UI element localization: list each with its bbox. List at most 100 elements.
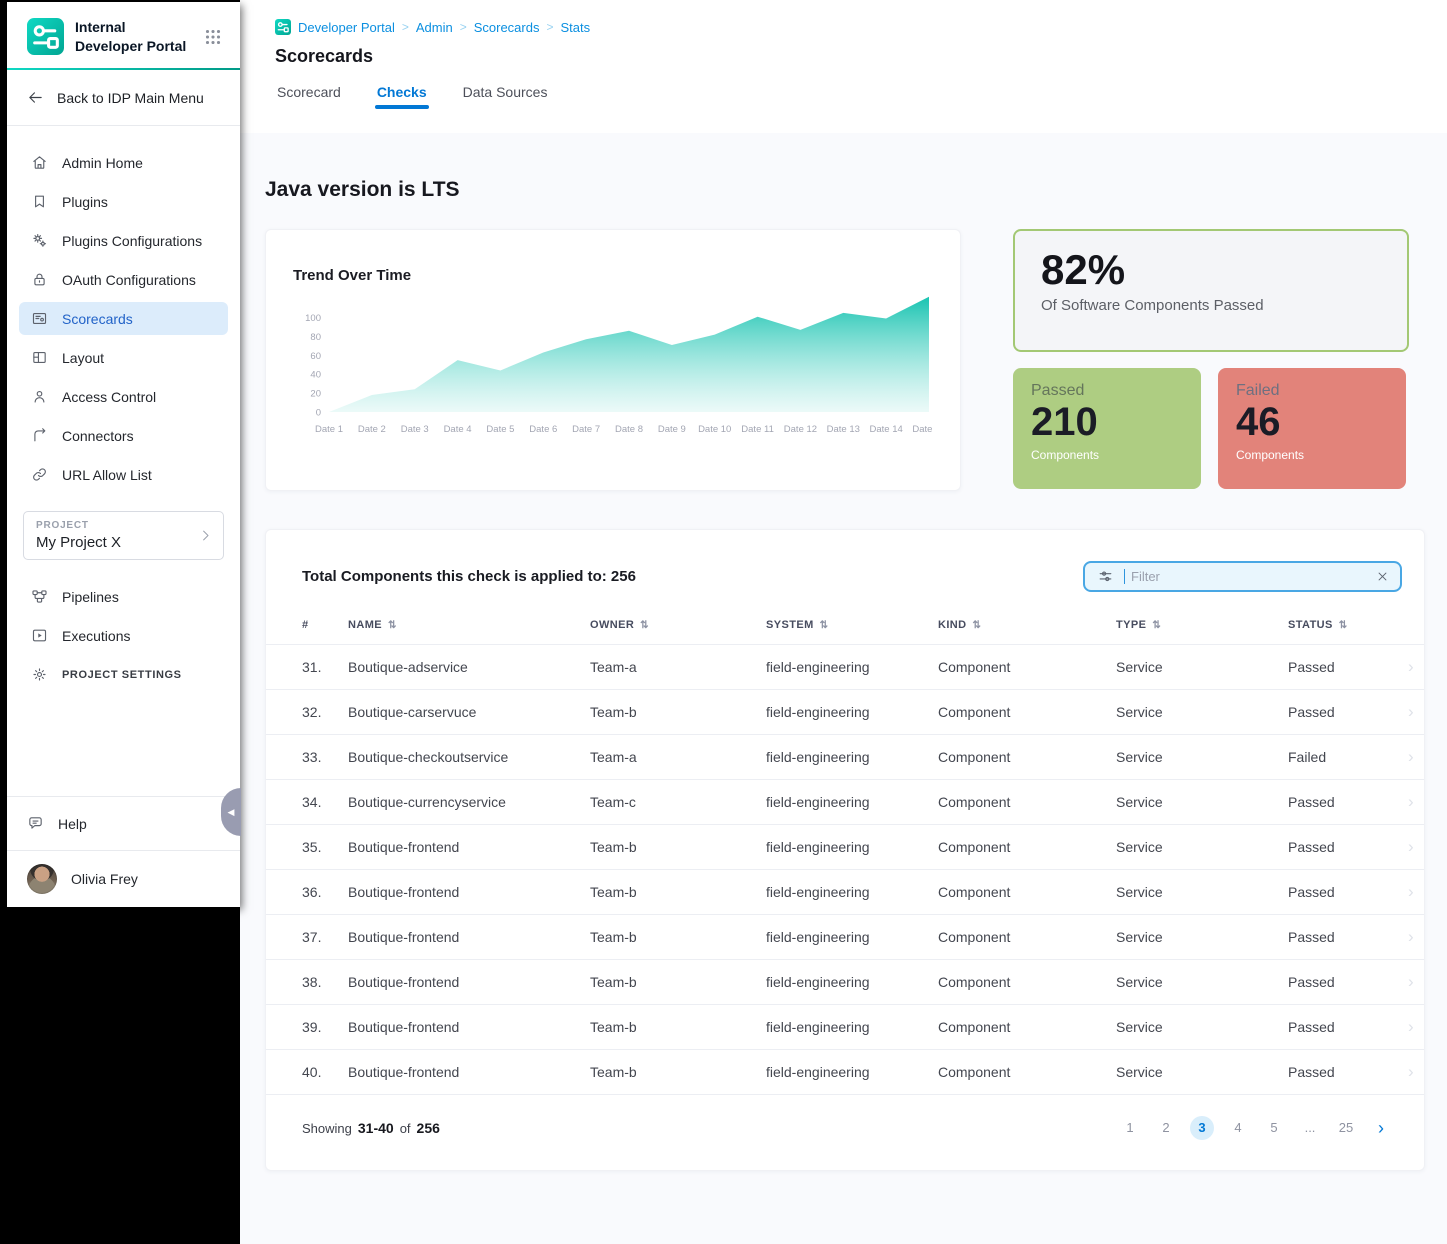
page-number: 5	[1270, 1120, 1277, 1135]
cell-status: Passed	[1288, 1064, 1408, 1080]
sort-icon[interactable]: ⇅	[973, 620, 982, 631]
row-chevron-icon: ›	[1408, 882, 1414, 902]
app-logo-icon	[27, 18, 64, 55]
filter-input[interactable]	[1129, 568, 1365, 585]
cell-name: Boutique-currencyservice	[348, 794, 590, 810]
column-header[interactable]: KIND ⇅	[938, 619, 1116, 631]
cell-type: Service	[1116, 794, 1288, 810]
sidebar-nav-item[interactable]: Plugins Configurations	[19, 224, 228, 257]
back-to-main-menu[interactable]: Back to IDP Main Menu	[7, 70, 240, 126]
cell-type: Service	[1116, 749, 1288, 765]
percent-value: 82%	[1041, 246, 1381, 294]
page-button[interactable]: 25	[1334, 1116, 1358, 1140]
svg-text:0: 0	[316, 408, 321, 419]
cell-owner: Team-a	[590, 749, 766, 765]
sort-icon[interactable]: ⇅	[640, 620, 649, 631]
page-number: 1	[1126, 1120, 1133, 1135]
page-button[interactable]: ...	[1298, 1116, 1322, 1140]
cell-owner: Team-b	[590, 704, 766, 720]
user-profile[interactable]: Olivia Frey	[7, 850, 240, 907]
help-button[interactable]: Help	[7, 796, 240, 850]
column-label: NAME	[348, 619, 382, 631]
row-chevron-icon: ›	[1408, 1017, 1414, 1037]
cell-type: Service	[1116, 929, 1288, 945]
svg-text:100: 100	[305, 313, 321, 324]
sidebar-nav-item[interactable]: OAuth Configurations	[19, 263, 228, 296]
cell-kind: Component	[938, 974, 1116, 990]
close-icon[interactable]	[1375, 569, 1390, 584]
cell-name: Boutique-frontend	[348, 884, 590, 900]
table-row[interactable]: 34. Boutique-currencyservice Team-c fiel…	[266, 779, 1424, 824]
page-button[interactable]: 2	[1154, 1116, 1178, 1140]
project-nav-item[interactable]: Executions	[19, 619, 228, 652]
cell-number: 39.	[302, 1019, 348, 1035]
project-nav-item[interactable]: PROJECT SETTINGS	[19, 658, 228, 691]
failed-value: 46	[1236, 401, 1388, 443]
sidebar-nav-item[interactable]: Scorecards	[19, 302, 228, 335]
column-header[interactable]: SYSTEM ⇅	[766, 619, 938, 631]
sort-icon[interactable]: ⇅	[388, 620, 397, 631]
project-nav: Pipelines Executions PROJECT SETTINGS	[7, 576, 240, 701]
page-list: 1 2 3 4	[1118, 1116, 1384, 1140]
column-label: SYSTEM	[766, 619, 814, 631]
column-header[interactable]: STATUS ⇅	[1288, 619, 1408, 631]
row-chevron-icon: ›	[1408, 747, 1414, 767]
cell-type: Service	[1116, 1019, 1288, 1035]
table-row[interactable]: 39. Boutique-frontend Team-b field-engin…	[266, 1004, 1424, 1049]
svg-text:Date 6: Date 6	[529, 424, 557, 435]
table-row[interactable]: 32. Boutique-carservuce Team-b field-eng…	[266, 689, 1424, 734]
page-button[interactable]: 1	[1118, 1116, 1142, 1140]
sidebar-nav-item[interactable]: Connectors	[19, 419, 228, 452]
table-row[interactable]: 38. Boutique-frontend Team-b field-engin…	[266, 959, 1424, 1004]
table-row[interactable]: 36. Boutique-frontend Team-b field-engin…	[266, 869, 1424, 914]
project-selector[interactable]: PROJECT My Project X	[23, 511, 224, 560]
sort-icon[interactable]: ⇅	[820, 620, 829, 631]
sort-icon[interactable]: ⇅	[1152, 620, 1161, 631]
tab[interactable]: Checks	[377, 84, 427, 109]
table-row[interactable]: 37. Boutique-frontend Team-b field-engin…	[266, 914, 1424, 959]
cell-system: field-engineering	[766, 704, 938, 720]
cell-system: field-engineering	[766, 929, 938, 945]
percent-passed-card: 82% Of Software Components Passed	[1013, 229, 1409, 352]
cell-system: field-engineering	[766, 974, 938, 990]
sidebar-nav-item[interactable]: URL Allow List	[19, 458, 228, 491]
sidebar-nav-item[interactable]: Layout	[19, 341, 228, 374]
breadcrumb-link[interactable]: Stats	[560, 20, 590, 35]
sidebar-nav-item[interactable]: Plugins	[19, 185, 228, 218]
svg-text:Date 5: Date 5	[486, 424, 514, 435]
tab[interactable]: Data Sources	[463, 84, 548, 109]
column-header[interactable]: OWNER ⇅	[590, 619, 766, 631]
column-header[interactable]: NAME ⇅	[348, 619, 590, 631]
breadcrumb-link[interactable]: Admin	[416, 20, 453, 35]
sidebar-nav-item[interactable]: Access Control	[19, 380, 228, 413]
table-row[interactable]: 33. Boutique-checkoutservice Team-a fiel…	[266, 734, 1424, 779]
page-button[interactable]: 5	[1262, 1116, 1286, 1140]
breadcrumb-link[interactable]: Scorecards	[474, 20, 540, 35]
sort-icon[interactable]: ⇅	[1339, 620, 1348, 631]
sidebar-nav-label: URL Allow List	[62, 467, 152, 483]
page-button[interactable]: 4	[1226, 1116, 1250, 1140]
project-name: My Project X	[36, 534, 211, 551]
breadcrumb-link[interactable]: Developer Portal	[298, 20, 395, 35]
cell-system: field-engineering	[766, 794, 938, 810]
project-nav-label: Pipelines	[62, 589, 119, 605]
table-row[interactable]: 35. Boutique-frontend Team-b field-engin…	[266, 824, 1424, 869]
failed-card: Failed 46 Components	[1218, 368, 1406, 489]
next-page-button[interactable]: ›	[1378, 1118, 1384, 1139]
project-nav-item[interactable]: Pipelines	[19, 580, 228, 613]
cell-number: 36.	[302, 884, 348, 900]
table-header-row: # NAME ⇅ OWNER ⇅ SYSTEM	[266, 592, 1424, 644]
app-switcher-icon[interactable]	[202, 26, 224, 48]
column-header[interactable]: #	[302, 619, 348, 631]
cell-status: Passed	[1288, 704, 1408, 720]
page-button[interactable]: 3	[1190, 1116, 1214, 1140]
filter-sliders-icon[interactable]	[1097, 568, 1114, 585]
table-row[interactable]: 31. Boutique-adservice Team-a field-engi…	[266, 644, 1424, 689]
sidebar-nav-item[interactable]: Admin Home	[19, 146, 228, 179]
tab[interactable]: Scorecard	[277, 84, 341, 109]
breadcrumb-separator: >	[546, 20, 553, 34]
table-body: 31. Boutique-adservice Team-a field-engi…	[266, 644, 1424, 1095]
column-header[interactable]: TYPE ⇅	[1116, 619, 1288, 631]
tab-bar: Scorecard Checks Data Sources	[275, 84, 1447, 109]
table-row[interactable]: 40. Boutique-frontend Team-b field-engin…	[266, 1049, 1424, 1095]
